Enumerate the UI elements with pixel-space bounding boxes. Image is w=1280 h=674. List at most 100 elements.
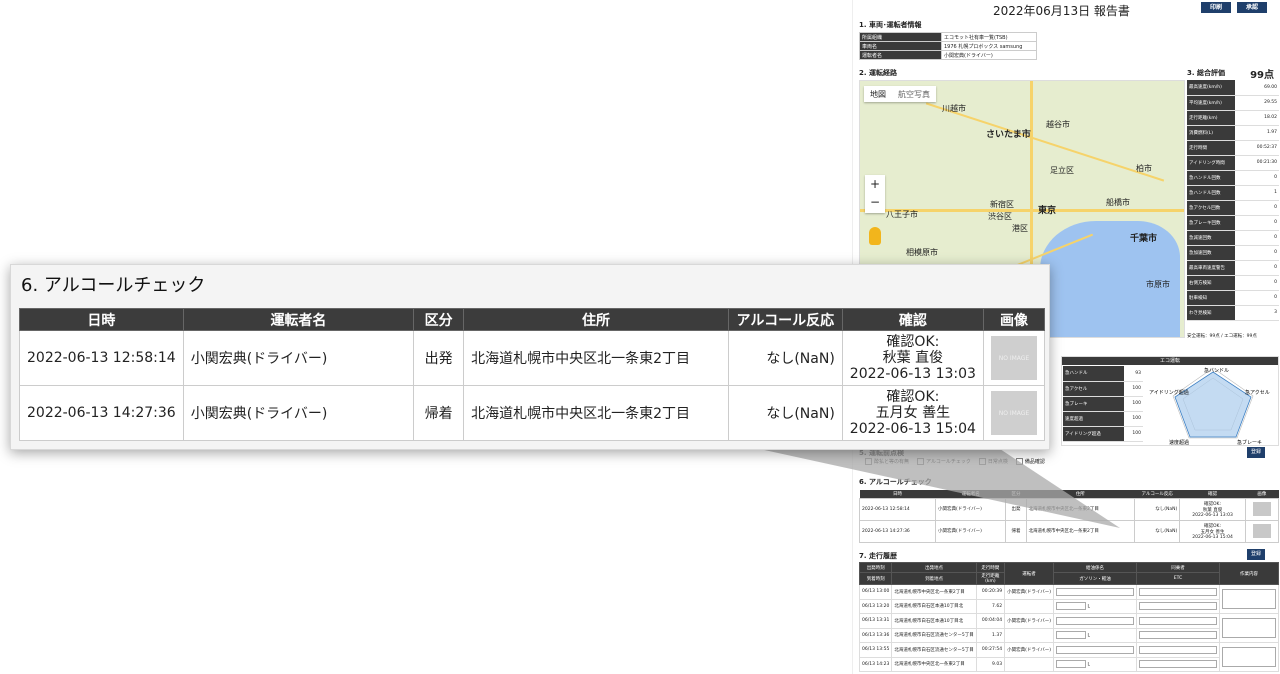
map-label: 新宿区 xyxy=(990,200,1014,209)
alcohol-check-callout: 6. アルコールチェック 日時 運転者名 区分 住所 アルコール反応 確認 画像… xyxy=(10,264,1050,450)
checkbox-item[interactable]: 酔払と等の有無 xyxy=(865,458,909,465)
etc-input[interactable] xyxy=(1139,660,1217,669)
map-label: 相模原市 xyxy=(906,248,938,257)
fuel-liter-input[interactable] xyxy=(1056,602,1086,611)
cell-reaction: なし(NaN) xyxy=(727,330,843,386)
col-kind: 区分 xyxy=(413,308,465,331)
fuel-name-input[interactable] xyxy=(1056,587,1134,596)
col-datetime: 日時 xyxy=(19,308,184,331)
driving-history-table: 出発時刻 出発地点 走行時間 運転者 給油係名 同乗者 作業内容 到着時刻 到着… xyxy=(858,562,1279,672)
total-score: 99点 xyxy=(1250,70,1274,81)
checkbox-item[interactable]: 日常点検 xyxy=(979,458,1008,465)
cell-image: NO IMAGE xyxy=(982,330,1046,386)
passenger-input[interactable] xyxy=(1139,587,1217,596)
table-row: 2022-06-13 14:27:36 小関宏典(ドライバー) 帰着 北海道札幌… xyxy=(859,519,1280,543)
map-road xyxy=(925,102,1165,182)
cell-address: 北海道札幌市中央区北一条東2丁目 xyxy=(463,385,729,441)
alcohol-check-table: 日時 運転者名 区分 住所 アルコール反応 確認 画像 2022-06-13 1… xyxy=(19,308,1046,441)
radar-label: 急ハンドル xyxy=(1204,367,1229,374)
checkbox-item[interactable]: アルコールチェック xyxy=(917,458,971,465)
col-reaction: アルコール反応 xyxy=(727,308,843,331)
map-type-tabs: 地図 航空写真 xyxy=(864,86,936,102)
etc-input[interactable] xyxy=(1139,602,1217,611)
etc-input[interactable] xyxy=(1139,631,1217,640)
cell-driver: 小関宏典(ドライバー) xyxy=(182,330,415,386)
register-history-button[interactable]: 登録 xyxy=(1247,549,1265,560)
cell-reaction: なし(NaN) xyxy=(727,385,843,441)
table-row: 2022-06-13 12:58:14 小関宏典(ドライバー) 出発 北海道札幌… xyxy=(859,497,1280,521)
no-image-thumbnail[interactable]: NO IMAGE xyxy=(990,391,1037,435)
col-confirm: 確認 xyxy=(841,308,984,331)
no-image-thumbnail[interactable] xyxy=(1252,502,1271,516)
work-memo-textarea[interactable] xyxy=(1222,618,1276,638)
cell-datetime: 2022-06-13 14:27:36 xyxy=(19,385,184,441)
eco-score-table: 急ハンドル 93 急アクセル 100 急ブレーキ 100 速度超過 100 アイドリング… xyxy=(1063,366,1143,442)
map-label: 川越市 xyxy=(942,104,966,113)
checkbox-item[interactable]: 備品確認 xyxy=(1016,458,1045,465)
map-label: 八王子市 xyxy=(886,210,918,219)
zoom-in-button[interactable]: + xyxy=(865,175,885,193)
cell-kind: 帰着 xyxy=(413,385,465,441)
table-row: 06/13 13:20 北海道札幌市白石区本通10丁目北 7.62 L xyxy=(858,598,1279,614)
map-label: 足立区 xyxy=(1050,166,1074,175)
cell-driver: 小関宏典(ドライバー) xyxy=(182,385,415,441)
section-driving-history: 7. 走行履歴 xyxy=(859,552,897,560)
fuel-name-input[interactable] xyxy=(1056,645,1134,654)
tab-aerial[interactable]: 航空写真 xyxy=(892,86,936,102)
callout-title: 6. アルコールチェック xyxy=(21,275,206,296)
zoom-control: + − xyxy=(865,175,885,213)
cell-kind: 出発 xyxy=(413,330,465,386)
pre-drive-checklist: 酔払と等の有無 アルコールチェック 日常点検 備品確認 xyxy=(865,458,1045,465)
table-row: 2022-06-13 14:27:36 小関宏典(ドライバー) 帰着 北海道札幌… xyxy=(19,385,1046,441)
alcohol-check-table-small: 日時 運転者名 区分 住所 アルコール反応 確認 画像 2022-06-13 1… xyxy=(859,490,1280,543)
no-image-thumbnail[interactable]: NO IMAGE xyxy=(990,336,1037,380)
passenger-input[interactable] xyxy=(1139,616,1217,625)
map-label: 港区 xyxy=(1012,224,1028,233)
map-label: 千葉市 xyxy=(1130,234,1158,244)
print-button[interactable]: 印刷 xyxy=(1201,2,1231,13)
fuel-liter-input[interactable] xyxy=(1056,660,1086,669)
eco-radar-chart: 急ハンドル 急アクセル 急ブレーキ 速度超過 アイドリング超過 xyxy=(1149,367,1270,446)
section-route: 2. 運転経路 xyxy=(859,69,897,77)
cell-confirm: 確認OK: 五月女 善生 2022-06-13 15:04 xyxy=(841,385,984,441)
fuel-liter-input[interactable] xyxy=(1056,631,1086,640)
work-memo-textarea[interactable] xyxy=(1222,589,1276,609)
table-row: 06/13 13:31 北海道札幌市白石区本通10丁目北 00:04:04 小関… xyxy=(858,613,1279,643)
register-button[interactable]: 登録 xyxy=(1247,447,1265,458)
table-row: 2022-06-13 12:58:14 小関宏典(ドライバー) 出発 北海道札幌… xyxy=(19,330,1046,386)
table-row: 06/13 14:23 北海道札幌市中央区北一条東2丁目 9.03 L xyxy=(858,656,1279,672)
report-title: 2022年06月13日 報告書 xyxy=(993,4,1130,18)
cell-confirm: 確認OK: 秋葉 直俊 2022-06-13 13:03 xyxy=(841,330,984,386)
map-label: 柏市 xyxy=(1136,164,1152,173)
map-label: 東京 xyxy=(1038,206,1057,216)
work-memo-textarea[interactable] xyxy=(1222,647,1276,667)
safety-eco-summary: 安全運転：99点 / エコ運転：99点 xyxy=(1187,334,1257,339)
no-image-thumbnail[interactable] xyxy=(1252,524,1271,538)
map-label: 船橋市 xyxy=(1106,198,1130,207)
map-label: さいたま市 xyxy=(986,130,1031,140)
radar-label: 急ブレーキ xyxy=(1237,439,1262,446)
zoom-out-button[interactable]: − xyxy=(865,193,885,211)
cell-image: NO IMAGE xyxy=(982,385,1046,441)
table-row: 06/13 13:55 北海道札幌市白石区流通センター5丁目 00:27:54 … xyxy=(858,642,1279,672)
radar-label: 速度超過 xyxy=(1169,439,1189,446)
radar-label: アイドリング超過 xyxy=(1149,389,1189,396)
passenger-input[interactable] xyxy=(1139,645,1217,654)
fuel-name-input[interactable] xyxy=(1056,616,1134,625)
street-view-pegman-icon[interactable] xyxy=(869,227,881,245)
section-total-score: 3. 総合評価 xyxy=(1187,69,1225,77)
approve-button[interactable]: 承認 xyxy=(1237,2,1267,13)
score-table: 最高速度(km/h) 69.00 平均速度(km/h) 29.55 走行距離(km)… xyxy=(1187,80,1279,321)
col-driver: 運転者名 xyxy=(182,308,415,331)
table-row: 06/13 13:00 北海道札幌市中央区北一条東2丁目 00:20:39 小関… xyxy=(858,584,1279,614)
col-address: 住所 xyxy=(463,308,729,331)
table-row: 06/13 13:36 北海道札幌市白石区流通センター5丁目 1.37 L xyxy=(858,627,1279,643)
map-label: 渋谷区 xyxy=(988,212,1012,221)
tab-map[interactable]: 地図 xyxy=(864,86,892,102)
col-image: 画像 xyxy=(982,308,1046,331)
section-alcohol-check-small: 6. アルコールチェック xyxy=(859,478,932,486)
vehicle-info-table: 所属組織 エコモット社有車一覧(TSB) 車両名 1976 札幌プロボックス sam… xyxy=(859,32,1037,60)
cell-datetime: 2022-06-13 12:58:14 xyxy=(19,330,184,386)
map-label: 越谷市 xyxy=(1046,120,1070,129)
map-label: 市原市 xyxy=(1146,280,1170,289)
